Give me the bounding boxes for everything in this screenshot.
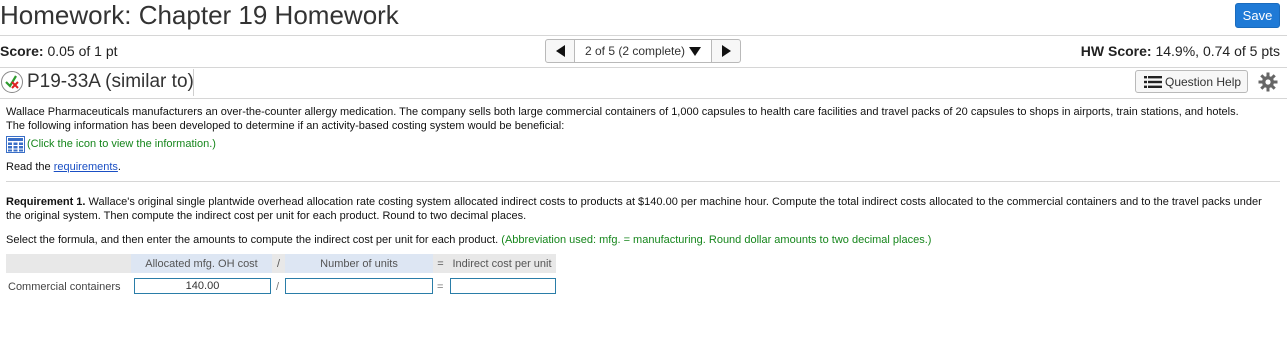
indirect-cost-per-unit-input[interactable] <box>450 278 556 294</box>
previous-question-button[interactable] <box>545 39 575 63</box>
number-of-units-input[interactable] <box>285 278 433 294</box>
question-title: P19-33A (similar to) <box>27 71 194 92</box>
requirement-label: Requirement 1. <box>6 196 86 208</box>
question-selector[interactable]: 2 of 5 (2 complete) <box>575 39 712 63</box>
table-header-blank <box>6 254 131 273</box>
table-header-allocated: Allocated mfg. OH cost <box>131 254 272 273</box>
instruction-text: Select the formula, and then enter the a… <box>6 234 502 246</box>
requirement-body: Wallace's original single plantwide over… <box>6 196 1262 222</box>
click-icon-hint: (Click the icon to view the information.… <box>27 138 216 150</box>
problem-intro: Wallace Pharmaceuticals manufacturers an… <box>6 106 1239 132</box>
score-value: 0.05 of 1 pt <box>47 43 118 59</box>
score-label: Score: <box>0 43 44 59</box>
score: Score: 0.05 of 1 pt <box>0 43 118 59</box>
requirement-text: Requirement 1. Wallace's original single… <box>6 196 1268 223</box>
divider <box>193 69 194 96</box>
table-header-divide: / <box>272 254 285 273</box>
divider <box>0 35 1287 36</box>
gear-icon[interactable] <box>1258 72 1278 92</box>
row-label: Commercial containers <box>8 281 121 293</box>
equals-sign: = <box>437 281 444 293</box>
question-selector-text: 2 of 5 (2 complete) <box>585 44 686 58</box>
hw-score-value: 14.9%, 0.74 of 5 pts <box>1155 43 1280 59</box>
question-help-label: Question Help <box>1165 74 1242 89</box>
list-icon <box>1144 75 1162 88</box>
save-button[interactable]: Save <box>1235 3 1280 28</box>
read-the-text: Read the <box>6 161 54 173</box>
triangle-left-icon <box>555 45 565 57</box>
instruction: Select the formula, and then enter the a… <box>6 234 931 248</box>
table-header-units: Number of units <box>285 254 433 273</box>
period-text: . <box>117 161 121 173</box>
hw-score-label: HW Score: <box>1080 43 1152 59</box>
triangle-down-icon <box>689 46 702 56</box>
table-icon[interactable] <box>6 136 25 153</box>
divider <box>0 67 1287 68</box>
instruction-hint: (Abbreviation used: mfg. = manufacturing… <box>501 234 932 246</box>
question-pager: 2 of 5 (2 complete) <box>545 39 742 63</box>
divider <box>0 98 1287 99</box>
divider <box>6 181 1280 182</box>
partially-correct-icon <box>1 71 23 93</box>
table-header-equals: = <box>433 254 448 273</box>
allocated-cost-input[interactable] <box>134 278 271 294</box>
requirements-link[interactable]: requirements <box>54 161 118 173</box>
hw-score: HW Score: 14.9%, 0.74 of 5 pts <box>1081 43 1280 59</box>
page-title: Homework: Chapter 19 Homework <box>0 0 399 30</box>
divide-sign: / <box>276 281 280 293</box>
next-question-button[interactable] <box>711 39 742 63</box>
table-header-per-unit: Indirect cost per unit <box>448 254 556 273</box>
triangle-right-icon <box>721 45 731 57</box>
question-help-button[interactable]: Question Help <box>1135 70 1248 93</box>
read-requirements: Read the requirements. <box>6 161 121 175</box>
